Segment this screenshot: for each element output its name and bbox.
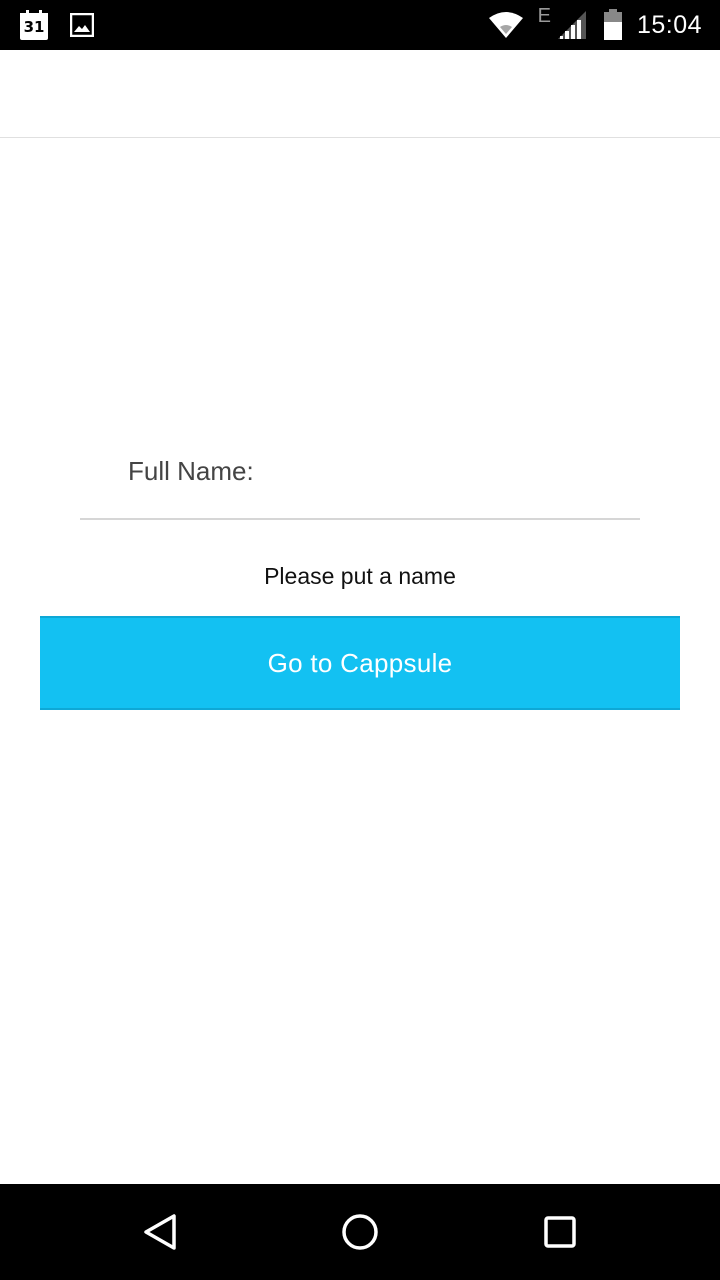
cell-signal-icon xyxy=(557,10,587,40)
clock: 15:04 xyxy=(636,10,702,39)
calendar-day: 31 xyxy=(23,18,45,36)
go-to-cappsule-button[interactable]: Go to Cappsule xyxy=(40,616,680,710)
recent-apps-icon[interactable] xyxy=(536,1208,584,1256)
system-icons: E 15:04 xyxy=(488,0,702,50)
home-icon[interactable] xyxy=(336,1208,384,1256)
status-bar: 31 E 15:04 xyxy=(0,0,720,50)
name-hint-text: Please put a name xyxy=(264,563,456,589)
calendar-icon: 31 xyxy=(18,9,50,41)
full-name-label: Full Name: xyxy=(128,456,254,486)
battery-icon xyxy=(603,9,623,41)
back-icon[interactable] xyxy=(136,1208,184,1256)
notification-icons: 31 xyxy=(18,9,94,41)
image-icon xyxy=(70,13,94,37)
wifi-icon xyxy=(488,11,524,39)
app-bar xyxy=(0,50,720,138)
network-type: E xyxy=(537,4,551,27)
navigation-bar xyxy=(0,1184,720,1280)
